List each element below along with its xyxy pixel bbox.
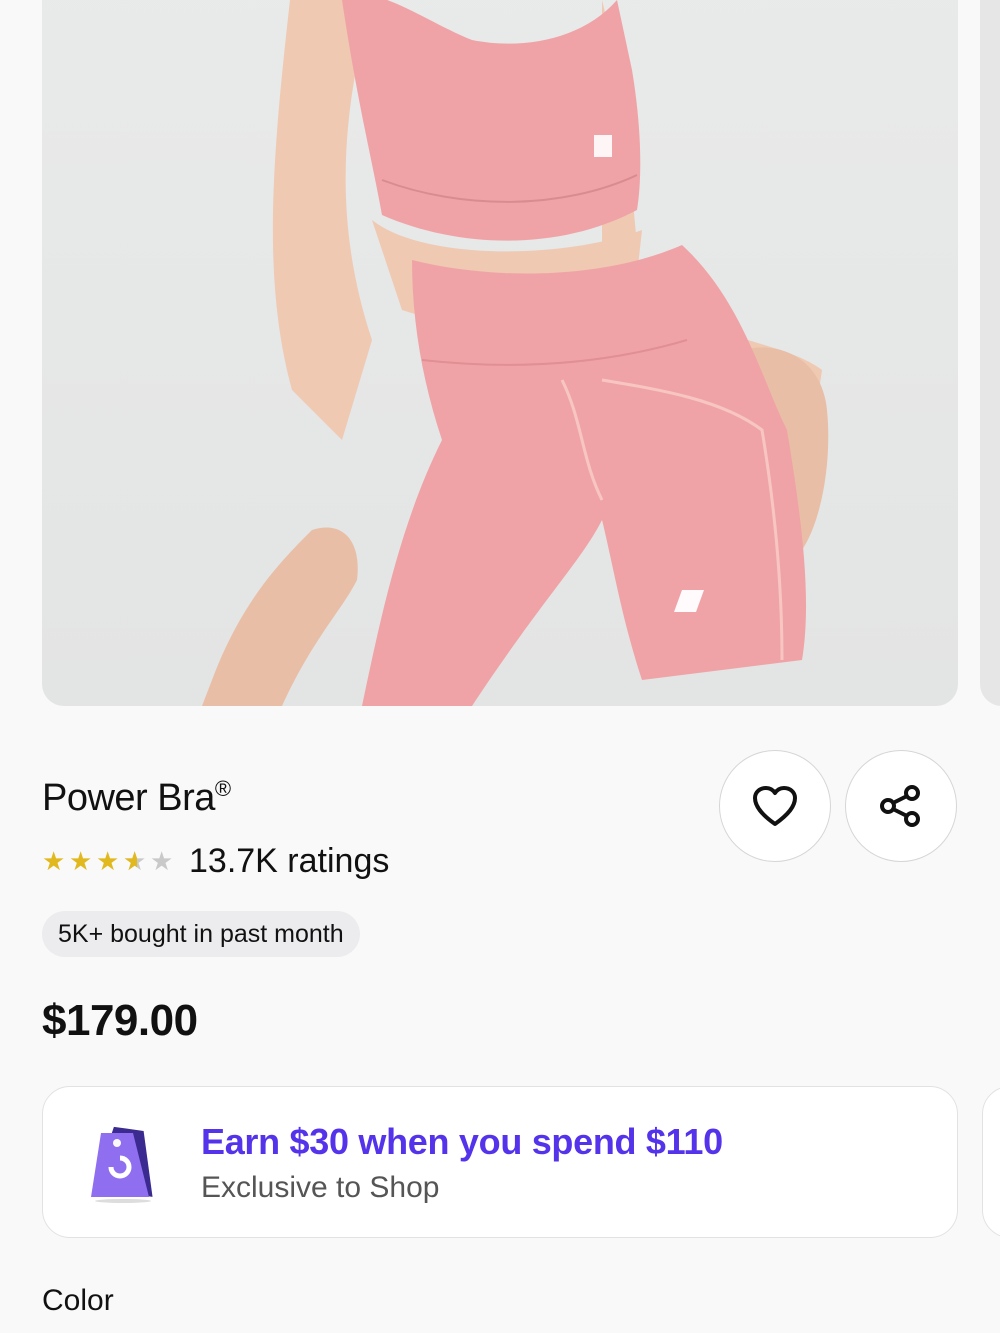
product-rating[interactable]: ★ ★ ★ ★ ★ 13.7K ratings [42, 842, 389, 881]
star-icon: ★ [96, 846, 119, 876]
next-promo-peek[interactable] [982, 1086, 1000, 1238]
registered-mark: ® [214, 776, 231, 801]
share-button[interactable] [845, 750, 957, 862]
color-section-label: Color [42, 1284, 114, 1317]
product-photo [202, 0, 829, 706]
heart-icon [753, 786, 797, 826]
promo-subtitle: Exclusive to Shop [201, 1171, 440, 1204]
bought-badge: 5K+ bought in past month [42, 911, 360, 957]
product-page: Power Bra® ★ ★ ★ ★ ★ 13.7K ratings 5K+ b… [0, 0, 1000, 1333]
star-icon: ★ [69, 846, 92, 876]
rating-stars: ★ ★ ★ ★ ★ [42, 846, 177, 877]
star-empty-icon: ★ [150, 846, 173, 876]
favorite-button[interactable] [719, 750, 831, 862]
shop-tag-icon [91, 1126, 153, 1203]
next-image-peek[interactable] [980, 0, 1000, 706]
promo-title: Earn $30 when you spend $110 [201, 1121, 723, 1162]
promo-card[interactable]: Earn $30 when you spend $110 Exclusive t… [42, 1086, 958, 1238]
share-icon [880, 785, 920, 827]
half-star-icon: ★ [123, 846, 150, 877]
product-price: $179.00 [42, 996, 198, 1045]
star-icon: ★ [42, 846, 65, 876]
product-title-text: Power Bra [42, 777, 215, 819]
rating-count: 13.7K ratings [189, 842, 390, 880]
product-title: Power Bra® [42, 776, 231, 820]
product-image[interactable] [42, 0, 958, 706]
